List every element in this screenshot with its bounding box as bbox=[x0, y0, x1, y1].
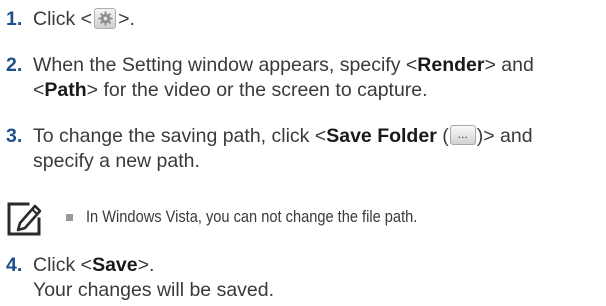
note-bullet bbox=[66, 214, 73, 221]
step-line: <Path> for the video or the screen to ca… bbox=[33, 78, 602, 103]
step-line: Your changes will be saved. bbox=[33, 278, 602, 303]
note-text: In Windows Vista, you can not change the… bbox=[86, 207, 418, 226]
step-text: >. bbox=[118, 8, 135, 30]
step-body: When the Setting window appears, specify… bbox=[33, 53, 602, 103]
step-4: 4. Click <Save>. Your changes will be sa… bbox=[6, 253, 602, 303]
step-line: When the Setting window appears, specify… bbox=[33, 53, 602, 78]
settings-button-illustration bbox=[94, 8, 117, 29]
save-folder-label: Save Folder bbox=[326, 125, 437, 147]
step-line: specify a new path. bbox=[33, 149, 602, 174]
step-2: 2. When the Setting window appears, spec… bbox=[6, 53, 602, 103]
step-text: )> and bbox=[476, 125, 533, 147]
step-body: To change the saving path, click <Save F… bbox=[33, 124, 602, 174]
path-option-label: Path bbox=[44, 79, 87, 101]
step-text: < bbox=[33, 79, 45, 101]
step-line: Click <Save>. bbox=[33, 253, 602, 278]
step-text: To change the saving path, click < bbox=[33, 125, 327, 147]
step-number: 3. bbox=[6, 125, 23, 147]
render-option-label: Render bbox=[417, 54, 485, 76]
note-box: In Windows Vista, you can not change the… bbox=[6, 201, 596, 237]
step-text: When the Setting window appears, specify… bbox=[33, 54, 418, 76]
step-body: Click <Save>. Your changes will be saved… bbox=[33, 253, 602, 303]
note-pencil-icon bbox=[7, 202, 42, 236]
step-text: >. bbox=[137, 254, 155, 276]
step-3: 3. To change the saving path, click <Sav… bbox=[6, 124, 602, 174]
step-number: 1. bbox=[6, 8, 23, 30]
step-text: Click < bbox=[33, 254, 93, 276]
step-1: 1. Click < >. bbox=[6, 7, 602, 32]
step-text: Your changes will be saved. bbox=[33, 279, 275, 301]
ellipsis-label: ... bbox=[457, 127, 468, 141]
step-text: > for the video or the screen to capture… bbox=[86, 79, 428, 101]
step-number: 4. bbox=[6, 254, 23, 276]
browse-button-illustration: ... bbox=[449, 125, 476, 145]
instruction-document: 1. Click < >. 2. When the Setting window … bbox=[0, 0, 606, 306]
step-line: To change the saving path, click <Save F… bbox=[33, 124, 602, 149]
step-text: specify a new path. bbox=[33, 150, 200, 172]
step-body: Click < >. bbox=[33, 7, 602, 32]
step-text: > and bbox=[484, 54, 534, 76]
save-label: Save bbox=[92, 254, 138, 276]
step-text: Click < bbox=[33, 8, 93, 30]
gear-icon bbox=[98, 11, 113, 26]
step-text: ( bbox=[436, 125, 449, 147]
step-number: 2. bbox=[6, 54, 23, 76]
